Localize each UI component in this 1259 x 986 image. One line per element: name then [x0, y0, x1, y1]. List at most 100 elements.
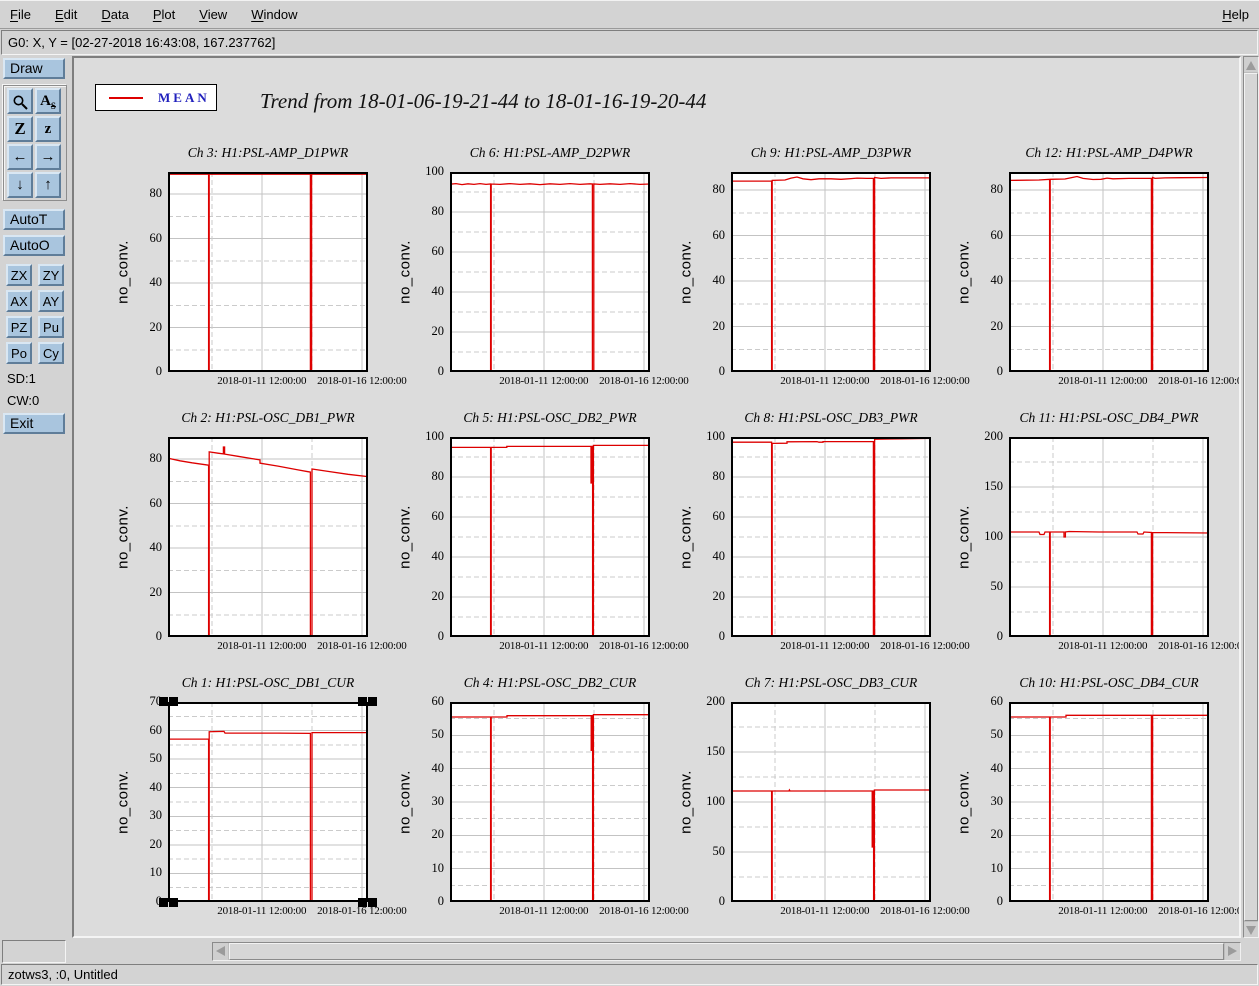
- selection-handle[interactable]: [169, 898, 178, 907]
- zoom-in-button[interactable]: Z: [7, 116, 33, 142]
- selection-handle[interactable]: [169, 697, 178, 706]
- plot-area[interactable]: [731, 172, 931, 372]
- x-tick-label: 2018-01-11 12:00:00: [499, 375, 589, 387]
- plot-cell: Ch 4: H1:PSL-OSC_DB2_CUR no_conv. 0 10 20 30 4…: [392, 672, 689, 924]
- legend-line-sample: [109, 96, 143, 99]
- plot-title: Ch 2: H1:PSL-OSC_DB1_PWR: [181, 410, 355, 425]
- menu-item-plot[interactable]: Plot: [153, 7, 175, 22]
- plot-title: Ch 8: H1:PSL-OSC_DB3_PWR: [744, 410, 918, 425]
- vertical-scrollbar[interactable]: [1243, 56, 1259, 938]
- menu-item-edit[interactable]: Edit: [55, 7, 77, 22]
- y-tick-label: 30: [149, 808, 163, 823]
- plot-area[interactable]: [1009, 702, 1209, 902]
- y-tick-label: 40: [990, 760, 1004, 775]
- y-tick-label: 80: [431, 469, 445, 483]
- plot-title: Ch 5: H1:PSL-OSC_DB2_PWR: [463, 410, 637, 425]
- scroll-down-button[interactable]: [1244, 922, 1258, 937]
- cy-button[interactable]: Cy: [38, 342, 64, 364]
- y-tick-label: 0: [718, 894, 725, 908]
- plot-title: Ch 6: H1:PSL-AMP_D2PWR: [469, 145, 631, 160]
- scroll-up-button[interactable]: [1244, 57, 1258, 72]
- vertical-scroll-thumb[interactable]: [1244, 73, 1258, 921]
- y-tick-label: 40: [712, 273, 726, 288]
- menu-items-left: File Edit Data Plot View Window: [10, 7, 297, 22]
- zoom-out-button[interactable]: z: [35, 116, 61, 142]
- text-button[interactable]: AS: [35, 88, 61, 114]
- pan-down-button[interactable]: ↓: [7, 172, 33, 198]
- plot-title: Ch 3: H1:PSL-AMP_D1PWR: [187, 145, 349, 160]
- zy-button[interactable]: ZY: [38, 264, 64, 286]
- autoo-button[interactable]: AutoO: [3, 235, 65, 256]
- plot-area[interactable]: [168, 172, 368, 372]
- pan-left-button[interactable]: ←: [7, 144, 33, 170]
- menubar: File Edit Data Plot View Window Help: [0, 0, 1259, 29]
- menu-item-data[interactable]: Data: [101, 7, 128, 22]
- menu-item-help[interactable]: Help: [1222, 7, 1249, 22]
- plot-cell: Ch 9: H1:PSL-AMP_D3PWR no_conv. 0 20 40 60 80 2…: [673, 142, 970, 394]
- plot-area[interactable]: [450, 437, 650, 637]
- scroll-right-button[interactable]: [1225, 943, 1240, 960]
- zoom-in-icon: Z: [14, 119, 26, 138]
- magnifier-button[interactable]: [7, 88, 33, 114]
- left-arrow-icon: [216, 946, 225, 956]
- plot-area[interactable]: [450, 172, 650, 372]
- y-tick-label: 40: [431, 284, 445, 298]
- exit-button[interactable]: Exit: [3, 413, 65, 434]
- y-tick-label: 40: [149, 275, 163, 290]
- arrow-right-icon: →: [40, 148, 56, 165]
- selection-handle[interactable]: [368, 697, 377, 706]
- page-title: Trend from 18-01-06-19-21-44 to 18-01-16…: [260, 89, 707, 113]
- y-tick-label: 40: [431, 760, 445, 775]
- plot-area[interactable]: [1009, 172, 1209, 372]
- ax-button[interactable]: AX: [6, 290, 32, 312]
- y-tick-label: 100: [984, 529, 1003, 543]
- y-tick-label: 20: [431, 827, 445, 842]
- y-tick-label: 50: [431, 727, 445, 742]
- plot-area[interactable]: [731, 437, 931, 637]
- selection-handle[interactable]: [159, 697, 168, 706]
- po-button[interactable]: Po: [6, 342, 32, 364]
- plot-area[interactable]: [168, 702, 368, 902]
- x-tick-label: 2018-01-16 12:00:00: [1158, 640, 1241, 652]
- x-tick-label: 2018-01-11 12:00:00: [1058, 640, 1148, 652]
- plot-grid: MEAN Trend from 18-01-06-19-21-44 to 18-…: [74, 58, 1239, 936]
- plot-area[interactable]: [731, 702, 931, 902]
- horizontal-scrollbar[interactable]: [212, 942, 1241, 961]
- pz-button[interactable]: PZ: [6, 316, 32, 338]
- y-tick-label: 10: [149, 865, 163, 880]
- y-axis-label: no_conv.: [114, 505, 132, 569]
- plot-area[interactable]: [1009, 437, 1209, 637]
- zx-button[interactable]: ZX: [6, 264, 32, 286]
- plot-cell: Ch 7: H1:PSL-OSC_DB3_CUR no_conv. 0 50 100 15…: [673, 672, 970, 924]
- selection-handle[interactable]: [368, 898, 377, 907]
- plot-area[interactable]: [168, 437, 368, 637]
- menu-item-file[interactable]: File: [10, 7, 31, 22]
- selection-handle[interactable]: [358, 697, 367, 706]
- plot-cell: Ch 2: H1:PSL-OSC_DB1_PWR no_conv. 0 20 40 60 8…: [110, 407, 407, 659]
- x-tick-label: 2018-01-11 12:00:00: [499, 905, 589, 917]
- horizontal-scroll-thumb[interactable]: [229, 943, 1224, 960]
- y-tick-label: 80: [990, 182, 1004, 197]
- menu-item-window[interactable]: Window: [251, 7, 297, 22]
- plot-cell: Ch 1: H1:PSL-OSC_DB1_CURno_conv.01020304…: [110, 672, 407, 924]
- pan-up-button[interactable]: ↑: [35, 172, 61, 198]
- draw-button[interactable]: Draw: [3, 58, 65, 79]
- y-tick-label: 20: [149, 836, 163, 851]
- scroll-left-button[interactable]: [213, 943, 228, 960]
- plot-title: Ch 1: H1:PSL-OSC_DB1_CUR: [181, 675, 355, 690]
- pan-right-button[interactable]: →: [35, 144, 61, 170]
- selection-handle[interactable]: [358, 898, 367, 907]
- bottom-left-panel: [2, 940, 66, 963]
- y-tick-label: 80: [149, 451, 163, 466]
- arrow-up-icon: ↑: [44, 176, 52, 193]
- menu-item-view[interactable]: View: [199, 7, 227, 22]
- ay-button[interactable]: AY: [38, 290, 64, 312]
- y-tick-label: 40: [990, 273, 1004, 288]
- y-tick-label: 80: [712, 469, 726, 483]
- toolbar: Draw AS Z z ← → ↓ ↑ AutoT AutoO ZX ZY AX…: [0, 56, 72, 938]
- pu-button[interactable]: Pu: [38, 316, 64, 338]
- down-arrow-icon: [1246, 926, 1256, 935]
- plot-area[interactable]: [450, 702, 650, 902]
- selection-handle[interactable]: [159, 898, 168, 907]
- autot-button[interactable]: AutoT: [3, 209, 65, 230]
